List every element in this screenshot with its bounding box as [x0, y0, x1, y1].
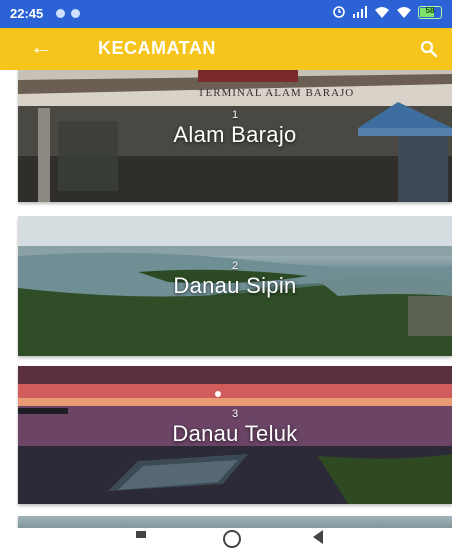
notification-dot-icon — [56, 9, 65, 18]
recent-apps-icon[interactable] — [136, 531, 146, 538]
district-card-danau-teluk[interactable]: 3 Danau Teluk — [18, 366, 452, 504]
battery-icon: 58 — [418, 5, 442, 19]
page-title: KECAMATAN — [98, 38, 216, 58]
alarm-icon — [333, 6, 345, 18]
card-number: 1 — [231, 109, 239, 121]
system-nav-bar — [0, 528, 452, 548]
terminal-sign-text: TERMINAL ALAM BARAJO — [198, 87, 355, 99]
district-card-partial[interactable] — [18, 516, 452, 528]
card-title: Danau Sipin — [173, 273, 297, 298]
card-title: Danau Teluk — [172, 421, 298, 446]
district-card-alam-barajo[interactable]: TERMINAL ALAM BARAJO 1 Alam Barajo — [18, 70, 452, 202]
battery-level: 58 — [425, 5, 435, 15]
card-title: Alam Barajo — [173, 122, 297, 147]
card-number: 2 — [231, 260, 239, 272]
search-icon[interactable] — [420, 40, 438, 58]
home-icon[interactable] — [223, 530, 241, 548]
district-list[interactable]: TERMINAL ALAM BARAJO 1 Alam Barajo 2 Dan… — [0, 70, 452, 528]
notification-dot-icon — [71, 9, 80, 18]
back-icon[interactable] — [313, 530, 323, 544]
district-card-danau-sipin[interactable]: 2 Danau Sipin — [18, 216, 452, 356]
status-time: 22:45 — [10, 6, 44, 21]
card-number: 3 — [231, 408, 239, 420]
signal-icon — [353, 6, 367, 18]
status-indicators: 58 — [332, 5, 442, 19]
status-bar: 22:45 58 — [0, 0, 452, 28]
wifi-icon — [397, 6, 411, 18]
back-arrow-icon[interactable]: ← — [30, 36, 52, 58]
app-bar: ← KECAMATAN — [0, 28, 452, 70]
wifi-icon — [375, 6, 389, 18]
